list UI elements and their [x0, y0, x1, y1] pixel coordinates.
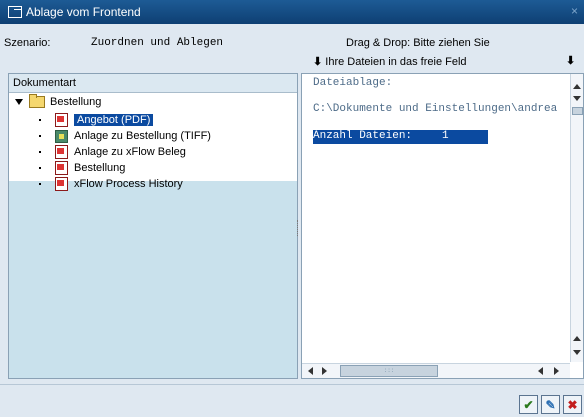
dragdrop-subhint: ⬇ Ihre Dateien in das freie Feld: [313, 55, 467, 68]
file-count-value: 1: [442, 130, 449, 142]
scroll-down-icon[interactable]: [573, 96, 581, 101]
tree-header: Dokumentart: [9, 74, 297, 93]
pdf-doc-icon: [55, 177, 68, 191]
file-storage-path: C:\Dokumente und Einstellungen\andrea: [313, 103, 558, 115]
scroll-right-icon[interactable]: [322, 367, 327, 375]
tree-item-xflow-history[interactable]: xFlow Process History: [39, 176, 297, 192]
tree-bullet: [39, 151, 41, 153]
button-bar: ✔ ✎ ✖: [0, 384, 584, 417]
tree-root-node[interactable]: Bestellung: [15, 94, 102, 108]
window-icon: [8, 6, 22, 18]
tree-item-label: Anlage zu Bestellung (TIFF): [74, 130, 211, 142]
dragdrop-hint: Drag & Drop: Bitte ziehen Sie: [346, 37, 490, 49]
tree-item-label: Anlage zu xFlow Beleg: [74, 146, 186, 158]
confirm-button[interactable]: ✔: [519, 395, 538, 414]
tree-bullet: [39, 167, 41, 169]
close-icon[interactable]: ×: [571, 4, 578, 18]
down-arrow-icon: ⬇: [313, 56, 323, 68]
down-arrow-icon: ⬇: [566, 55, 576, 67]
tree-item-label: Bestellung: [74, 162, 126, 174]
scroll-left-icon[interactable]: [308, 367, 313, 375]
tree-root-label: Bestellung: [50, 96, 102, 108]
edit-button[interactable]: ✎: [541, 395, 560, 414]
pdf-doc-icon: [55, 161, 68, 175]
file-storage-label: Dateiablage:: [313, 77, 393, 89]
dragdrop-subhint-text: Ihre Dateien in das freie Feld: [325, 56, 467, 68]
tree-item-label: Angebot (PDF): [74, 114, 154, 126]
pdf-doc-icon: [55, 113, 68, 127]
document-type-panel: Dokumentart Bestellung Angebot (PDF) Anl…: [8, 73, 298, 379]
file-drop-area[interactable]: Dateiablage: C:\Dokumente und Einstellun…: [301, 73, 584, 379]
vertical-scrollbar[interactable]: [570, 74, 583, 362]
scroll-left-icon[interactable]: [538, 367, 543, 375]
tree-item-anlage-bestellung[interactable]: Anlage zu Bestellung (TIFF): [39, 128, 297, 144]
pdf-doc-icon: [55, 145, 68, 159]
scroll-thumb[interactable]: [572, 107, 583, 115]
window-title: Ablage vom Frontend: [26, 5, 141, 19]
file-count-row: Anzahl Dateien: 1: [313, 130, 488, 144]
horizontal-scroll-thumb[interactable]: :::: [340, 365, 438, 377]
horizontal-scrollbar[interactable]: :::: [302, 363, 570, 378]
scroll-up-icon[interactable]: [573, 84, 581, 89]
scroll-down-icon[interactable]: [573, 350, 581, 355]
scroll-up-icon[interactable]: [573, 336, 581, 341]
tree-item-label: xFlow Process History: [74, 178, 183, 190]
cancel-button[interactable]: ✖: [563, 395, 582, 414]
folder-icon: [29, 94, 45, 108]
tree-bullet: [39, 119, 41, 121]
scenario-label: Szenario:: [4, 37, 51, 49]
image-doc-icon: [55, 129, 68, 143]
pane-splitter[interactable]: [297, 220, 300, 236]
tree-item-anlage-xflow[interactable]: Anlage zu xFlow Beleg: [39, 144, 297, 160]
tree-item-bestellung[interactable]: Bestellung: [39, 160, 297, 176]
window-title-bar: Ablage vom Frontend ×: [0, 0, 584, 24]
scenario-value: Zuordnen und Ablegen: [91, 37, 224, 49]
tree-bullet: [39, 135, 41, 137]
scroll-right-icon[interactable]: [554, 367, 559, 375]
expand-triangle-icon[interactable]: [15, 99, 23, 105]
document-type-tree: Bestellung Angebot (PDF) Anlage zu Beste…: [9, 93, 297, 191]
tree-item-angebot[interactable]: Angebot (PDF): [39, 112, 297, 128]
file-count-label: Anzahl Dateien:: [313, 130, 413, 142]
tree-bullet: [39, 183, 41, 185]
